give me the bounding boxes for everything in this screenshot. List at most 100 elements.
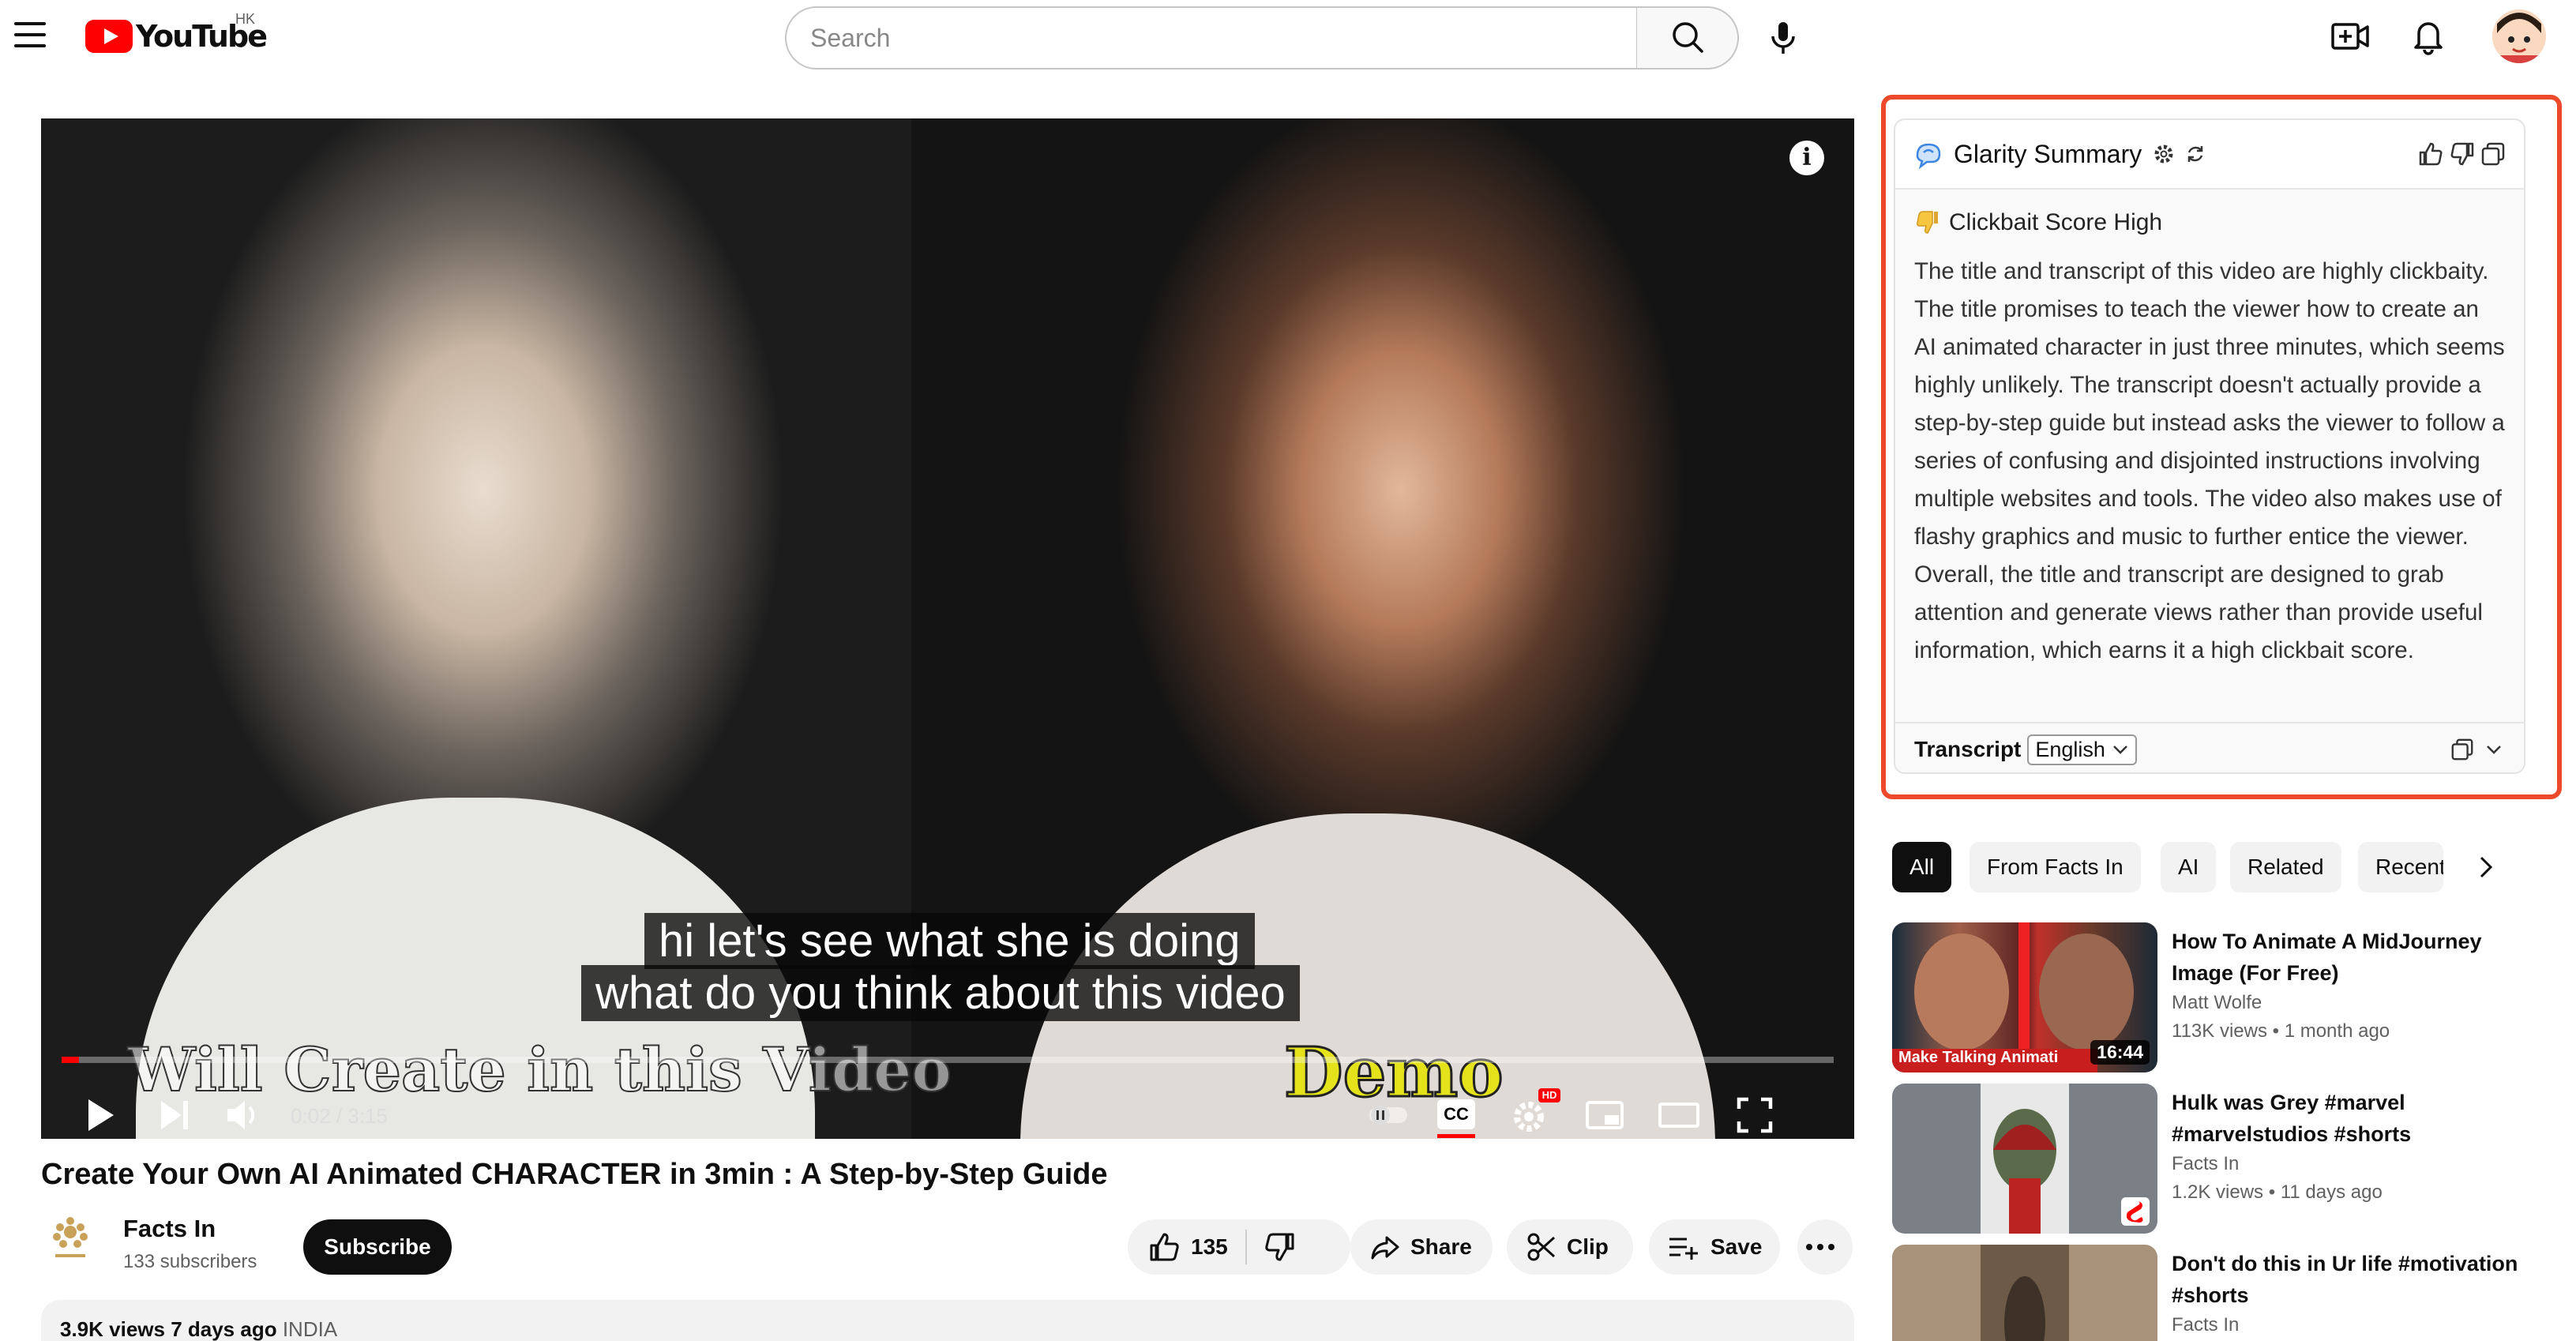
next-icon[interactable] bbox=[150, 1091, 197, 1139]
microphone-icon[interactable] bbox=[1759, 14, 1807, 62]
related-video-thumbnail[interactable]: Make Talking Animati 16:44 bbox=[1892, 922, 2157, 1072]
chevron-down-icon bbox=[2113, 746, 2127, 754]
more-actions-button[interactable] bbox=[1797, 1219, 1853, 1275]
thumbnail-short-graphic bbox=[1981, 1245, 2069, 1341]
volume-icon[interactable] bbox=[220, 1091, 267, 1139]
miniplayer-icon[interactable] bbox=[1581, 1091, 1628, 1139]
video-title: Create Your Own AI Animated CHARACTER in… bbox=[41, 1158, 1108, 1191]
related-video-title: Don't do this in Ur life #motivation #sh… bbox=[2172, 1252, 2518, 1307]
views-and-date: 3.9K views 7 days ago bbox=[60, 1317, 277, 1341]
hd-badge: HD bbox=[1538, 1088, 1560, 1102]
like-divider bbox=[1245, 1230, 1247, 1264]
glarity-header: Glarity Summary bbox=[1895, 120, 2524, 190]
related-video-views: 113K views bbox=[2172, 1020, 2267, 1042]
related-video-views: 1.2K views bbox=[2172, 1181, 2264, 1203]
chip-from-facts-in[interactable]: From Facts In bbox=[1970, 842, 2141, 892]
related-video-thumbnail[interactable] bbox=[1892, 1245, 2157, 1341]
thumbs-down-icon[interactable] bbox=[1263, 1230, 1297, 1264]
region-label: HK bbox=[235, 11, 256, 27]
clip-label: Clip bbox=[1567, 1234, 1609, 1259]
thumbs-up-icon bbox=[1150, 1233, 1179, 1261]
user-avatar[interactable] bbox=[2492, 9, 2546, 63]
video-player[interactable]: i hi let's see what she is doing what do… bbox=[41, 118, 1854, 1139]
search-input[interactable]: Search bbox=[785, 6, 1638, 69]
related-video-title: How To Animate A MidJourney Image (For F… bbox=[2172, 930, 2482, 985]
glarity-settings-icon[interactable] bbox=[2151, 141, 2176, 167]
thumbs-down-emoji-icon bbox=[1917, 211, 1938, 234]
glarity-title: Glarity Summary bbox=[1954, 139, 2142, 168]
chip-related[interactable]: Related bbox=[2230, 842, 2341, 892]
glarity-thumbs-up-icon[interactable] bbox=[2416, 140, 2445, 168]
related-video-item[interactable]: Make Talking Animati 16:44 How To Animat… bbox=[1892, 922, 2555, 1072]
like-dislike-group: 135 bbox=[1128, 1219, 1350, 1275]
clickbait-score-label: Clickbait Score High bbox=[1949, 209, 2163, 235]
theater-mode-icon[interactable] bbox=[1655, 1091, 1703, 1139]
glarity-transcript-bar: Transcript English bbox=[1895, 722, 2524, 772]
save-playlist-icon bbox=[1669, 1238, 1698, 1260]
glarity-body: Clickbait Score High The title and trans… bbox=[1895, 190, 2524, 722]
menu-icon[interactable] bbox=[14, 22, 46, 47]
channel-avatar[interactable] bbox=[41, 1208, 100, 1267]
subscribe-button[interactable]: Subscribe bbox=[303, 1219, 452, 1275]
more-horizontal-icon bbox=[1806, 1244, 1834, 1250]
caption-line-2: what do you think about this video bbox=[581, 965, 1300, 1021]
save-label: Save bbox=[1710, 1234, 1763, 1259]
transcript-label: Transcript bbox=[1914, 737, 2022, 761]
glarity-copy-icon[interactable] bbox=[2480, 141, 2507, 167]
related-video-channel[interactable]: Facts In bbox=[2172, 1314, 2239, 1336]
clickbait-score: Clickbait Score High bbox=[1914, 208, 2505, 237]
related-video-meta: 1.2K views • 11 days ago bbox=[2172, 1181, 2383, 1203]
thumbnail-short-graphic bbox=[1981, 1084, 2069, 1234]
transcript-copy-icon[interactable] bbox=[2450, 737, 2475, 762]
related-video-channel[interactable]: Facts In bbox=[2172, 1153, 2239, 1175]
description-box[interactable]: 3.9K views 7 days ago INDIA bbox=[41, 1300, 1854, 1341]
share-icon bbox=[1371, 1236, 1399, 1260]
chip-all[interactable]: All bbox=[1892, 842, 1952, 892]
notifications-bell-icon[interactable] bbox=[2409, 16, 2448, 55]
related-video-age: 1 month ago bbox=[2284, 1020, 2390, 1042]
transcript-language-select[interactable]: English bbox=[2027, 734, 2137, 765]
related-video-meta: 113K views • 1 month ago bbox=[2172, 1020, 2390, 1042]
info-icon[interactable]: i bbox=[1789, 141, 1824, 175]
chevron-right-icon[interactable] bbox=[2470, 851, 2502, 883]
like-count: 135 bbox=[1191, 1234, 1228, 1259]
share-label: Share bbox=[1410, 1234, 1472, 1259]
channel-name[interactable]: Facts In bbox=[123, 1215, 216, 1243]
glarity-summary-text: The title and transcript of this video a… bbox=[1914, 258, 2505, 663]
related-video-item[interactable]: Don't do this in Ur life #motivation #sh… bbox=[1892, 1245, 2555, 1341]
transcript-expand-chevron-icon[interactable] bbox=[2483, 738, 2505, 761]
location-label: INDIA bbox=[282, 1317, 338, 1341]
youtube-play-icon bbox=[85, 20, 133, 53]
clip-button[interactable]: Clip bbox=[1507, 1219, 1633, 1275]
glarity-thumbs-down-icon[interactable] bbox=[2448, 140, 2476, 168]
share-button[interactable]: Share bbox=[1350, 1219, 1493, 1275]
video-duration: 16:44 bbox=[2090, 1040, 2150, 1065]
progress-fill bbox=[62, 1057, 80, 1063]
save-button[interactable]: Save bbox=[1649, 1219, 1780, 1275]
scissors-icon bbox=[1527, 1233, 1556, 1261]
related-video-title: Hulk was Grey #marvel #marvelstudios #sh… bbox=[2172, 1091, 2412, 1146]
related-video-item[interactable]: Hulk was Grey #marvel #marvelstudios #sh… bbox=[1892, 1084, 2555, 1234]
shorts-icon bbox=[2121, 1197, 2150, 1226]
search-button[interactable] bbox=[1636, 6, 1739, 69]
related-video-thumbnail[interactable] bbox=[1892, 1084, 2157, 1234]
glarity-logo-icon bbox=[1916, 143, 1941, 170]
play-icon[interactable] bbox=[76, 1091, 123, 1139]
captions-button[interactable]: CC bbox=[1437, 1099, 1475, 1129]
glarity-summary-panel: Glarity Summary Clickbait Score High The… bbox=[1894, 118, 2525, 774]
chip-recent[interactable]: Recent bbox=[2358, 842, 2443, 892]
like-button[interactable]: 135 bbox=[1147, 1230, 1228, 1264]
glarity-refresh-icon[interactable] bbox=[2183, 141, 2208, 167]
search-icon bbox=[1673, 22, 1703, 53]
autoplay-toggle-icon[interactable] bbox=[1365, 1091, 1412, 1139]
progress-bar[interactable] bbox=[62, 1057, 1834, 1063]
time-display: 0:02 / 3:15 bbox=[291, 1104, 388, 1128]
fullscreen-icon[interactable] bbox=[1731, 1091, 1778, 1139]
caption-line-1: hi let's see what she is doing bbox=[644, 913, 1255, 969]
transcript-language-value: English bbox=[2035, 737, 2105, 761]
chip-ai[interactable]: AI bbox=[2161, 842, 2217, 892]
create-video-icon[interactable] bbox=[2330, 17, 2372, 55]
thumbnail-text: Make Talking Animati bbox=[1898, 1049, 2059, 1066]
related-video-channel[interactable]: Matt Wolfe bbox=[2172, 992, 2262, 1014]
captions-active-indicator bbox=[1437, 1134, 1475, 1138]
